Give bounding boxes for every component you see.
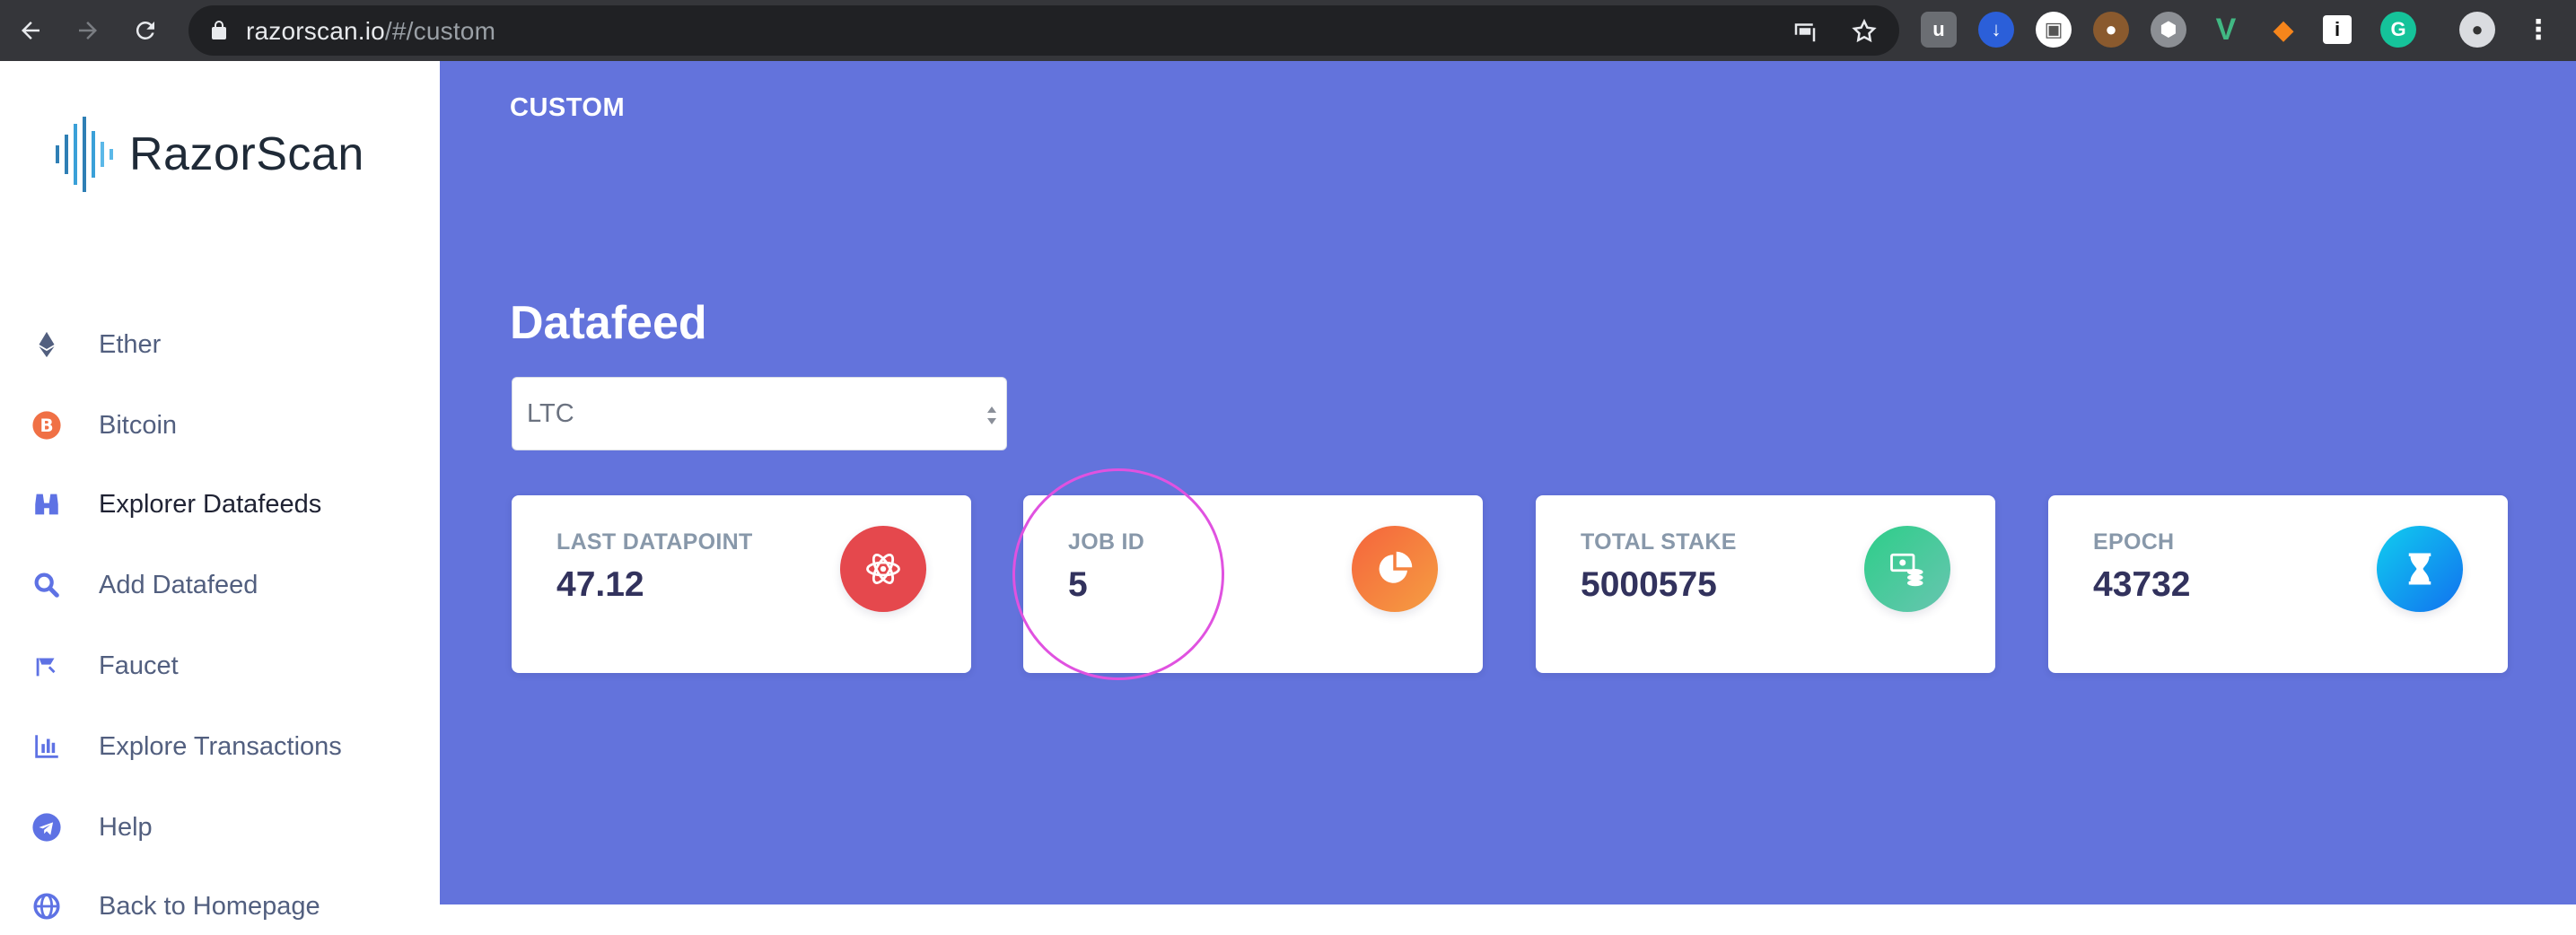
sidebar-item-faucet[interactable]: Faucet [0, 637, 440, 695]
binoculars-icon [31, 488, 63, 520]
cookie-icon[interactable]: ● [2093, 12, 2129, 48]
sidebar-item-back-to-homepage[interactable]: Back to Homepage [0, 878, 440, 935]
cast-icon[interactable] [1792, 18, 1818, 45]
atom-icon [840, 526, 926, 612]
sidebar-item-ether[interactable]: Ether [0, 316, 440, 373]
lock-icon [212, 21, 226, 39]
sidebar-item-label: Add Datafeed [99, 570, 258, 599]
breadcrumb[interactable]: CUSTOM [510, 93, 625, 123]
stat-card-total-stake: TOTAL STAKE 5000575 [1536, 495, 1995, 673]
sidebar: RazorScan Ether B Bitcoin Explorer Dataf… [0, 61, 440, 921]
svg-text:B: B [39, 415, 53, 436]
stat-card-epoch: EPOCH 43732 [2048, 495, 2508, 673]
vue-icon[interactable]: V [2208, 12, 2244, 48]
extension-icon[interactable]: ▣ [2036, 12, 2072, 48]
sidebar-item-label: Ether [99, 329, 162, 359]
sidebar-item-label: Explorer Datafeeds [99, 489, 322, 519]
sidebar-item-explorer-datafeeds[interactable]: Explorer Datafeeds [0, 476, 440, 533]
hourglass-icon [2377, 526, 2463, 612]
sidebar-item-label: Explore Transactions [99, 731, 342, 761]
bitcoin-icon: B [31, 409, 63, 441]
grammarly-icon[interactable]: G [2380, 12, 2416, 48]
sidebar-item-label: Bitcoin [99, 410, 178, 440]
highlight-circle [1012, 468, 1224, 680]
card-title: TOTAL STAKE [1581, 529, 1737, 555]
card-title: LAST DATAPOINT [556, 529, 753, 555]
sidebar-item-bitcoin[interactable]: B Bitcoin [0, 397, 440, 454]
logo-text: RazorScan [129, 128, 364, 180]
download-icon[interactable]: ↓ [1978, 12, 2014, 48]
forward-icon[interactable] [70, 13, 106, 48]
info-icon[interactable]: i [2323, 15, 2352, 44]
sidebar-item-help[interactable]: Help [0, 799, 440, 856]
sidebar-item-label: Back to Homepage [99, 891, 320, 921]
waveform-logo-icon [56, 117, 113, 192]
settings-ext-icon[interactable]: ⬢ [2151, 12, 2186, 48]
stat-card-last-datapoint: LAST DATAPOINT 47.12 [512, 495, 971, 673]
ethereum-icon [31, 328, 63, 361]
card-value: 43732 [2093, 565, 2191, 604]
razorscan-logo[interactable]: RazorScan [52, 117, 364, 192]
pie-chart-icon [1352, 526, 1438, 612]
sidebar-item-label: Help [99, 812, 153, 842]
reload-icon[interactable] [127, 13, 163, 48]
globe-icon [31, 890, 63, 922]
datafeed-select-value: LTC [527, 399, 574, 428]
sidebar-item-add-datafeed[interactable]: Add Datafeed [0, 556, 440, 614]
sidebar-item-explore-transactions[interactable]: Explore Transactions [0, 718, 440, 775]
profile-avatar[interactable]: ● [2459, 12, 2495, 48]
money-coins-icon [1864, 526, 1950, 612]
card-value: 47.12 [556, 565, 644, 604]
select-arrows-icon [987, 406, 996, 424]
telegram-icon [31, 811, 63, 843]
url-text: razorscan.io/#/custom [246, 17, 496, 45]
card-title: EPOCH [2093, 529, 2175, 555]
metamask-icon[interactable]: ◆ [2265, 12, 2301, 48]
faucet-icon [31, 650, 63, 682]
bookmark-star-icon[interactable] [1851, 18, 1878, 45]
search-icon [31, 569, 63, 601]
card-value: 5000575 [1581, 565, 1717, 604]
datafeed-select[interactable]: LTC [512, 377, 1007, 450]
address-bar[interactable]: razorscan.io/#/custom [188, 5, 1899, 56]
main-content: CUSTOM Datafeed LTC LAST DATAPOINT 47.12… [440, 61, 2576, 904]
ublock-icon[interactable]: u [1921, 12, 1957, 48]
menu-kebab-icon[interactable]: ⋮ [2520, 12, 2556, 48]
bar-chart-icon [31, 730, 63, 763]
browser-toolbar: razorscan.io/#/custom u ↓ ▣ ● ⬢ V ◆ i G … [0, 0, 2576, 61]
sidebar-item-label: Faucet [99, 651, 179, 680]
back-icon[interactable] [13, 13, 48, 48]
page-title: Datafeed [510, 297, 707, 349]
